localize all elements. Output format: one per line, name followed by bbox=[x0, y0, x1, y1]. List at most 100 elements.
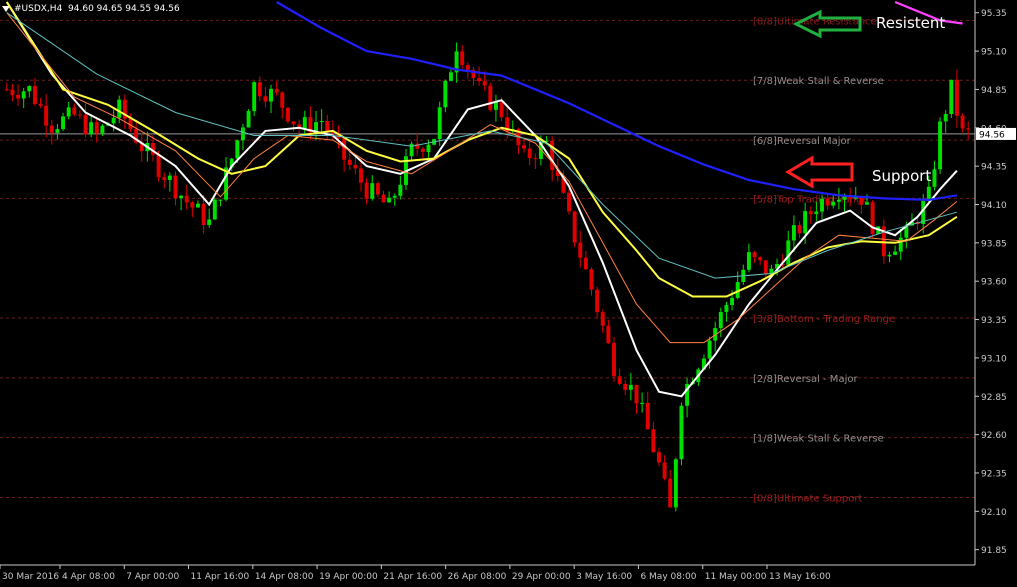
candle-body bbox=[353, 164, 358, 169]
candle-body bbox=[10, 89, 15, 95]
candle-body bbox=[662, 462, 667, 479]
candle-body bbox=[398, 184, 403, 196]
time-tick-label: 13 May 16:00 bbox=[769, 572, 831, 582]
ma-line-3 bbox=[276, 1, 958, 202]
candle-body bbox=[488, 85, 493, 110]
candle-body bbox=[606, 325, 611, 343]
candle-body bbox=[887, 254, 892, 257]
candle-body bbox=[83, 114, 88, 135]
candle-body bbox=[943, 113, 948, 122]
level-label-4: [3/8]Bottom - Trading Range bbox=[753, 314, 895, 325]
candle-body bbox=[893, 251, 898, 255]
candle-body bbox=[392, 195, 397, 198]
candle-body bbox=[156, 154, 161, 178]
candle-body bbox=[589, 269, 594, 290]
candle-body bbox=[184, 195, 189, 203]
candle-body bbox=[865, 202, 869, 205]
candle-body bbox=[567, 192, 571, 212]
murrey-levels: [8/8]Ultimate Resistance[7/8]Weak Stall … bbox=[0, 16, 975, 505]
candle-body bbox=[420, 148, 425, 153]
candle-body bbox=[246, 111, 251, 128]
candle-body bbox=[949, 79, 954, 114]
candle-body bbox=[364, 182, 369, 199]
candle-body bbox=[443, 80, 448, 108]
candle-body bbox=[207, 219, 212, 225]
level-label-1: [7/8]Weak Stall & Reverse bbox=[753, 76, 884, 87]
candle-body bbox=[668, 478, 673, 508]
candle-body bbox=[758, 257, 763, 261]
price-tick-label: 95.35 bbox=[981, 9, 1007, 19]
candle-body bbox=[325, 121, 330, 132]
candle-body bbox=[859, 197, 864, 205]
candle-body bbox=[634, 384, 639, 404]
price-chart[interactable]: [8/8]Ultimate Resistance[7/8]Weak Stall … bbox=[0, 0, 1017, 587]
candle-body bbox=[752, 252, 757, 258]
candle-body bbox=[645, 402, 650, 430]
candle-body bbox=[426, 144, 431, 153]
candle-body bbox=[499, 101, 504, 118]
time-axis: 30 Mar 2016 4 Apr 08:00 7 Apr 00:00 11 Apr … bbox=[0, 564, 975, 582]
price-tick-label: 95.10 bbox=[981, 48, 1007, 58]
time-tick-label: 6 May 08:00 bbox=[640, 572, 696, 582]
candle-body bbox=[527, 148, 532, 159]
candle-body bbox=[623, 383, 628, 390]
price-tick-label: 94.10 bbox=[981, 201, 1007, 211]
resistance-label: Resistent bbox=[876, 14, 945, 32]
candle-body bbox=[190, 202, 195, 208]
candle-body bbox=[4, 89, 9, 91]
candle-body bbox=[347, 159, 352, 165]
candle-body bbox=[820, 198, 824, 212]
candle-body bbox=[718, 312, 723, 329]
candle-body bbox=[280, 92, 285, 108]
candle-body bbox=[61, 116, 65, 130]
candle-body bbox=[730, 297, 735, 305]
candle-body bbox=[448, 72, 453, 81]
price-tick-label: 92.10 bbox=[981, 508, 1007, 518]
candle-body bbox=[263, 96, 268, 102]
time-tick-label: 4 Apr 08:00 bbox=[62, 572, 115, 582]
time-tick-label: 7 Apr 00:00 bbox=[126, 572, 179, 582]
current-price-label: 94.56 bbox=[979, 130, 1005, 140]
price-tick-label: 93.10 bbox=[981, 354, 1007, 364]
time-tick-label: 19 Apr 00:00 bbox=[319, 572, 378, 582]
candle-body bbox=[111, 117, 116, 124]
candle-body bbox=[814, 211, 819, 215]
price-tick-label: 93.60 bbox=[981, 278, 1007, 288]
candle-body bbox=[763, 260, 768, 275]
candle-body bbox=[932, 169, 937, 187]
candle-body bbox=[359, 168, 363, 183]
candle-body bbox=[179, 195, 184, 199]
candle-body bbox=[954, 79, 959, 116]
level-label-2: [6/8]Reversal Major bbox=[753, 136, 852, 147]
candle-body bbox=[786, 240, 791, 265]
candle-body bbox=[257, 82, 262, 97]
level-label-7: [0/8]Ultimate Support bbox=[753, 494, 862, 505]
candle-body bbox=[724, 304, 729, 313]
candle-body bbox=[375, 183, 380, 195]
candle-body bbox=[100, 125, 105, 134]
level-label-5: [2/8]Reversal - Major bbox=[753, 374, 858, 385]
candle-body bbox=[274, 88, 279, 93]
candle-body bbox=[465, 65, 470, 70]
candle-body bbox=[617, 376, 622, 384]
candle-body bbox=[460, 51, 465, 66]
candle-body bbox=[72, 107, 77, 115]
candle-body bbox=[387, 197, 392, 203]
candle-body bbox=[212, 199, 217, 220]
candle-body bbox=[746, 252, 751, 270]
time-tick-label: 11 May 00:00 bbox=[705, 572, 767, 582]
candle-body bbox=[600, 312, 605, 326]
annotations: Resistent Support bbox=[785, 9, 945, 189]
candle-body bbox=[38, 103, 43, 106]
candle-body bbox=[117, 99, 122, 118]
candle-body bbox=[16, 94, 21, 99]
candle-body bbox=[898, 237, 903, 252]
candle-body bbox=[49, 125, 54, 133]
candle-body bbox=[167, 175, 172, 180]
candle-body bbox=[651, 429, 656, 453]
candle-body bbox=[640, 402, 645, 404]
price-tick-label: 94.35 bbox=[981, 163, 1007, 173]
level-label-6: [1/8]Weak Stall & Reverse bbox=[753, 434, 884, 445]
time-tick-label: 14 Apr 08:00 bbox=[255, 572, 314, 582]
candle-body bbox=[938, 121, 943, 170]
